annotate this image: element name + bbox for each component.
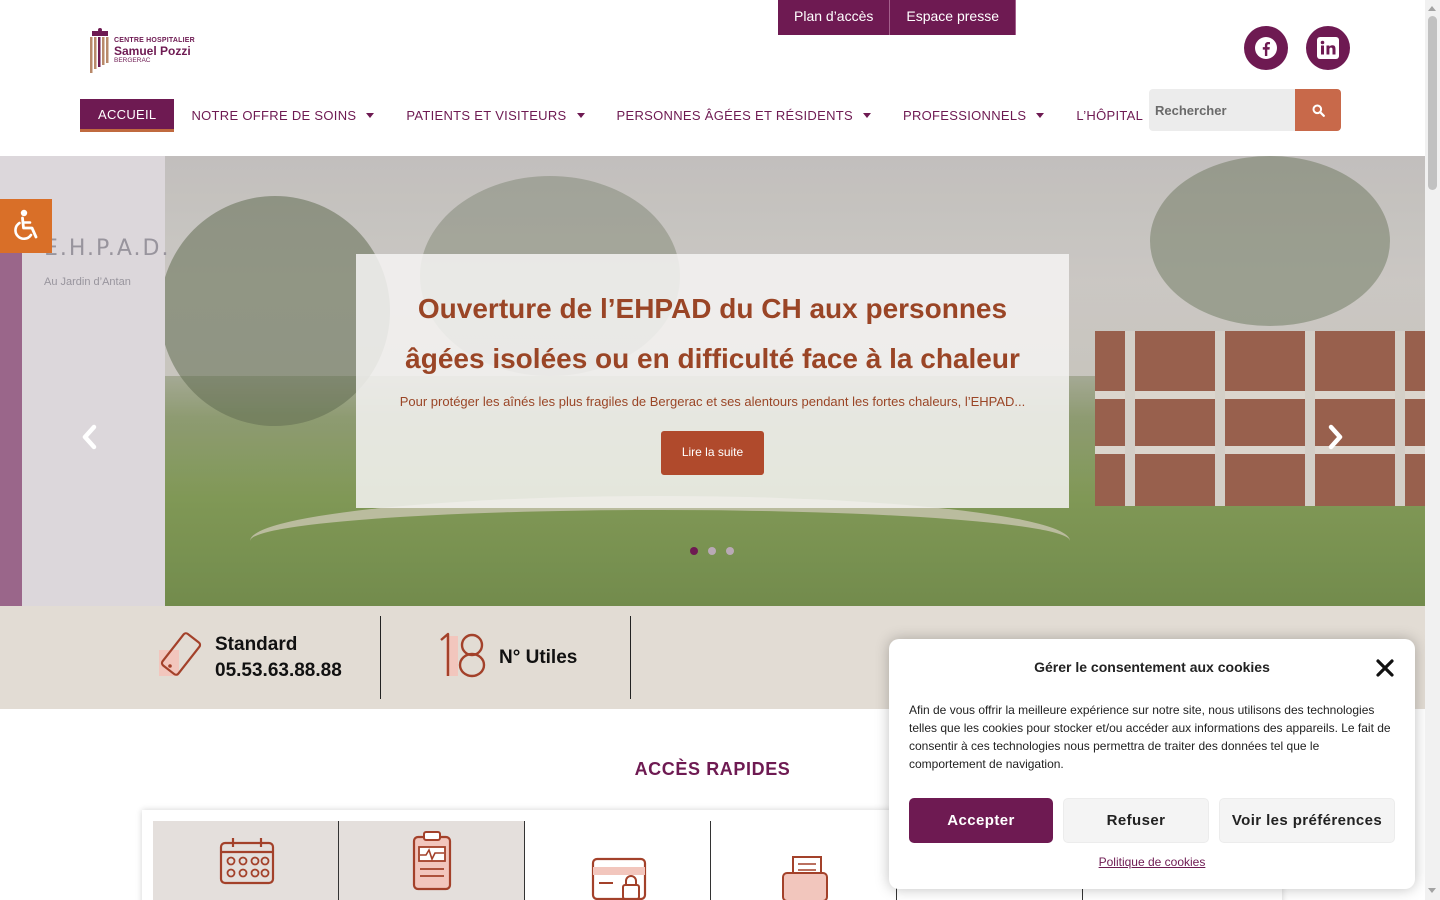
nav-label: PERSONNES ÂGÉES ET RÉSIDENTS	[616, 108, 853, 123]
nav-label: PROFESSIONNELS	[902, 108, 1027, 123]
espace-presse-link[interactable]: Espace presse	[890, 0, 1016, 35]
close-icon[interactable]	[1376, 659, 1394, 677]
slide-pagination	[690, 547, 734, 555]
hero-slider: E.H.P.A.D. Au Jardin d’Antan Ouverture d…	[0, 156, 1425, 606]
scroll-up-arrow-icon[interactable]	[1428, 6, 1436, 11]
cookie-description: Afin de vous offrir la meilleure expérie…	[909, 703, 1391, 771]
nav-accueil[interactable]: ACCUEIL	[80, 99, 175, 132]
logo-line-3: BERGERAC	[114, 57, 151, 65]
slide-title[interactable]: Ouverture de l’EHPAD du CH aux personnes…	[356, 284, 1069, 384]
standard-label: Standard	[215, 634, 298, 655]
linkedin-button[interactable]	[1306, 26, 1350, 70]
cookie-consent-dialog: Gérer le consentement aux cookies Afin d…	[889, 639, 1415, 889]
search-form	[1149, 89, 1341, 131]
facebook-button[interactable]	[1244, 26, 1288, 70]
page-scrollbar[interactable]	[1425, 0, 1440, 900]
view-preferences-button[interactable]: Voir les préférences	[1219, 798, 1395, 843]
cookie-title: Gérer le consentement aux cookies	[1034, 659, 1270, 675]
nav-label: NOTRE OFFRE DE SOINS	[191, 108, 357, 123]
nav-label: PATIENTS ET VISITEURS	[406, 108, 567, 123]
scroll-down-arrow-icon[interactable]	[1428, 888, 1436, 893]
next-slide-arrow-icon[interactable]	[1327, 424, 1345, 450]
nav-notre-offre-de-soins[interactable]: NOTRE OFFRE DE SOINS	[191, 99, 375, 132]
number-18-icon	[440, 632, 486, 678]
search-input[interactable]	[1149, 89, 1295, 131]
nav-professionnels[interactable]: PROFESSIONNELS	[902, 99, 1045, 132]
quick-access-tile[interactable]	[339, 821, 525, 900]
phone-icon	[159, 632, 202, 676]
slide-dot[interactable]	[690, 547, 698, 555]
divider	[630, 616, 631, 699]
cookie-policy-link[interactable]: Politique de cookies	[889, 855, 1415, 869]
logo-line-1: CENTRE HOSPITALIER	[114, 37, 195, 45]
medical-report-icon	[412, 831, 452, 891]
standard-phone[interactable]: 05.53.63.88.88	[215, 660, 342, 682]
nav-patients-et-visiteurs[interactable]: PATIENTS ET VISITEURS	[406, 99, 585, 132]
quick-access-tile[interactable]	[525, 821, 711, 900]
facebook-icon	[1255, 37, 1277, 59]
nav-personnes-agees[interactable]: PERSONNES ÂGÉES ET RÉSIDENTS	[617, 99, 871, 132]
hospital-columns-icon	[90, 28, 109, 73]
divider	[380, 616, 381, 699]
caret-down-icon	[1036, 113, 1045, 118]
scrollbar-thumb[interactable]	[1428, 16, 1437, 190]
prev-slide-arrow-icon[interactable]	[80, 424, 98, 450]
accept-cookies-button[interactable]: Accepter	[909, 798, 1053, 843]
caret-down-icon	[862, 113, 871, 118]
read-more-button[interactable]: Lire la suite	[660, 431, 765, 475]
slide-dot[interactable]	[708, 547, 716, 555]
refuse-cookies-button[interactable]: Refuser	[1063, 798, 1209, 843]
main-navigation: ACCUEIL NOTRE OFFRE DE SOINS PATIENTS ET…	[80, 99, 1162, 132]
wheelchair-icon	[14, 209, 38, 240]
slide-excerpt: Pour protéger les aînés les plus fragile…	[399, 394, 1026, 409]
site-logo[interactable]: CENTRE HOSPITALIER Samuel Pozzi BERGERAC	[89, 27, 195, 75]
nav-label: ACCUEIL	[98, 106, 157, 122]
payment-card-icon	[591, 857, 647, 900]
search-icon	[1312, 104, 1325, 117]
slide-caption: Ouverture de l’EHPAD du CH aux personnes…	[356, 254, 1069, 508]
caret-down-icon	[366, 113, 375, 118]
quick-access-tile[interactable]	[153, 821, 339, 900]
numeros-utiles-label[interactable]: N° Utiles	[499, 647, 577, 669]
search-button[interactable]	[1295, 89, 1341, 131]
caret-down-icon	[576, 113, 585, 118]
page: Plan d’accès Espace presse CENTRE HOSPIT…	[0, 0, 1440, 900]
nav-label: L’HÔPITAL	[1076, 108, 1144, 123]
top-utility-bar: Plan d’accès Espace presse	[778, 0, 1016, 35]
documents-icon	[782, 856, 828, 900]
accessibility-button[interactable]	[0, 199, 52, 253]
linkedin-icon	[1317, 37, 1339, 59]
quick-access-tile[interactable]	[711, 821, 897, 900]
calendar-icon	[219, 838, 275, 885]
logo-line-2: Samuel Pozzi	[114, 44, 191, 59]
slide-dot[interactable]	[726, 547, 734, 555]
plan-acces-link[interactable]: Plan d’accès	[778, 0, 891, 35]
